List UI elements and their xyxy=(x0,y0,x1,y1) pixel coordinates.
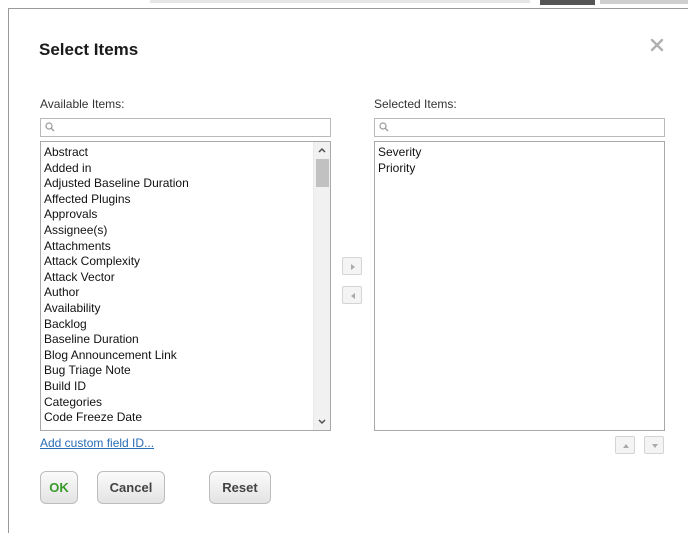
move-down-button[interactable] xyxy=(644,436,664,454)
arrow-left-icon xyxy=(351,293,355,299)
list-item[interactable]: Author xyxy=(43,285,330,301)
move-up-button[interactable] xyxy=(615,436,635,454)
ok-button[interactable]: OK xyxy=(40,471,78,504)
background-strip xyxy=(150,0,530,3)
list-item[interactable]: Categories xyxy=(43,395,330,411)
remove-from-selected-button[interactable] xyxy=(342,286,362,304)
list-item[interactable]: Severity xyxy=(377,145,664,161)
list-item[interactable]: Attack Complexity xyxy=(43,254,330,270)
list-item[interactable]: Blog Announcement Link xyxy=(43,348,330,364)
dialog-title: Select Items xyxy=(39,40,139,59)
list-item[interactable]: Approvals xyxy=(43,207,330,223)
available-items-listing: Abstract Added in Adjusted Baseline Durati… xyxy=(41,142,330,426)
background-strip xyxy=(600,0,688,4)
close-icon[interactable] xyxy=(649,37,665,53)
selected-items-list[interactable]: Severity Priority xyxy=(374,141,665,431)
add-custom-field-link[interactable]: Add custom field ID... xyxy=(40,436,154,450)
cancel-button[interactable]: Cancel xyxy=(97,471,165,504)
select-items-dialog: Select Items Available Items: Abstract Ad… xyxy=(8,8,688,533)
arrow-up-icon xyxy=(623,444,629,448)
reset-button[interactable]: Reset xyxy=(209,471,271,504)
list-item[interactable]: Bug Triage Note xyxy=(43,363,330,379)
available-items-list[interactable]: Abstract Added in Adjusted Baseline Durati… xyxy=(40,141,331,431)
selected-items-listing: Severity Priority xyxy=(375,142,664,176)
list-item[interactable]: Availability xyxy=(43,301,330,317)
list-item[interactable]: Abstract xyxy=(43,145,330,161)
background-strip xyxy=(540,0,595,5)
list-item[interactable]: Code Freeze Date xyxy=(43,410,330,426)
list-item[interactable]: Assignee(s) xyxy=(43,223,330,239)
arrow-down-icon xyxy=(652,444,658,448)
list-item[interactable]: Attachments xyxy=(43,239,330,255)
selected-items-label: Selected Items: xyxy=(374,97,457,111)
available-scrollbar[interactable] xyxy=(313,142,330,430)
list-item[interactable]: Build ID xyxy=(43,379,330,395)
selected-search-input[interactable] xyxy=(374,118,665,137)
scroll-up-arrow-icon[interactable] xyxy=(314,142,330,158)
add-to-selected-button[interactable] xyxy=(342,257,362,275)
background-window-edge xyxy=(0,0,688,8)
list-item[interactable]: Baseline Duration xyxy=(43,332,330,348)
scroll-thumb[interactable] xyxy=(316,159,329,187)
list-item[interactable]: Added in xyxy=(43,161,330,177)
list-item[interactable]: Adjusted Baseline Duration xyxy=(43,176,330,192)
list-item[interactable]: Affected Plugins xyxy=(43,192,330,208)
list-item[interactable]: Backlog xyxy=(43,317,330,333)
available-items-label: Available Items: xyxy=(40,97,125,111)
list-item[interactable]: Priority xyxy=(377,161,664,177)
scroll-down-arrow-icon[interactable] xyxy=(314,414,330,430)
list-item[interactable]: Attack Vector xyxy=(43,270,330,286)
arrow-right-icon xyxy=(351,264,355,270)
available-search-input[interactable] xyxy=(40,118,331,137)
